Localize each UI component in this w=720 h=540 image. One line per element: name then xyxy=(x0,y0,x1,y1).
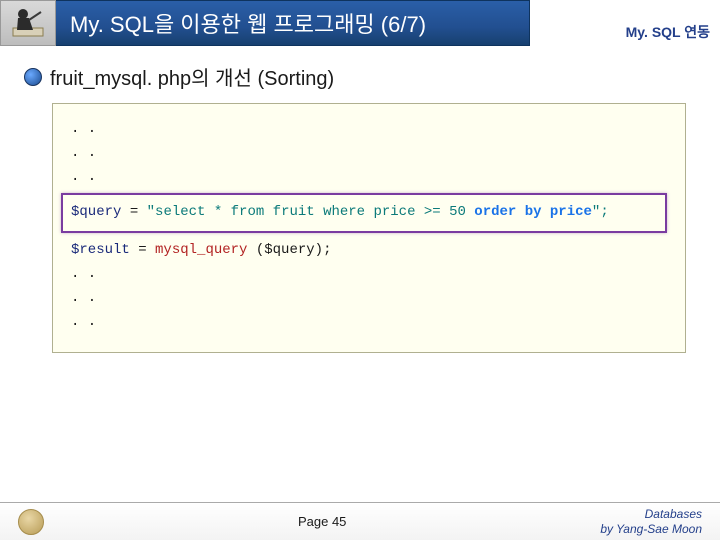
code-args: ($query); xyxy=(247,242,331,258)
code-ellipsis: . . xyxy=(71,166,667,190)
slide-header: My. SQL을 이용한 웹 프로그래밍 (6/7) My. SQL 연동 xyxy=(0,0,720,46)
slide-subtitle: My. SQL 연동 xyxy=(530,22,710,42)
code-query-line: $query = "select * from fruit where pric… xyxy=(71,201,657,225)
code-ellipsis: . . xyxy=(71,287,667,311)
page-number: Page 45 xyxy=(298,514,346,529)
slide-footer: Page 45 Databases by Yang-Sae Moon xyxy=(0,502,720,540)
code-highlight-frame: $query = "select * from fruit where pric… xyxy=(61,193,667,233)
footer-logo-icon xyxy=(18,509,44,535)
code-ellipsis: . . xyxy=(71,311,667,335)
section-title: fruit_mysql. php의 개선 (Sorting) xyxy=(50,62,334,91)
code-text: = xyxy=(130,242,155,258)
code-string: "select * from fruit where price >= 50 xyxy=(147,204,475,220)
bullet-icon xyxy=(24,68,42,86)
header-icon xyxy=(0,0,56,46)
code-ellipsis: . . xyxy=(71,142,667,166)
code-orderby: order by price xyxy=(474,204,592,220)
code-string: "; xyxy=(592,204,609,220)
slide-title: My. SQL을 이용한 웹 프로그래밍 (6/7) xyxy=(70,7,426,39)
code-text: = xyxy=(121,204,146,220)
slide-content: fruit_mysql. php의 개선 (Sorting) . . . . .… xyxy=(0,46,720,353)
footer-credit: Databases by Yang-Sae Moon xyxy=(600,507,702,536)
code-ellipsis: . . xyxy=(71,118,667,142)
slide-title-bar: My. SQL을 이용한 웹 프로그래밍 (6/7) xyxy=(56,0,530,46)
code-box: . . . . . . $query = "select * from frui… xyxy=(52,103,686,353)
code-result-line: $result = mysql_query ($query); xyxy=(71,239,667,263)
section-heading-row: fruit_mysql. php의 개선 (Sorting) xyxy=(24,62,696,91)
code-func: mysql_query xyxy=(155,242,247,258)
code-var: $query xyxy=(71,204,121,220)
code-ellipsis: . . xyxy=(71,263,667,287)
person-writing-icon xyxy=(9,4,47,42)
code-var: $result xyxy=(71,242,130,258)
